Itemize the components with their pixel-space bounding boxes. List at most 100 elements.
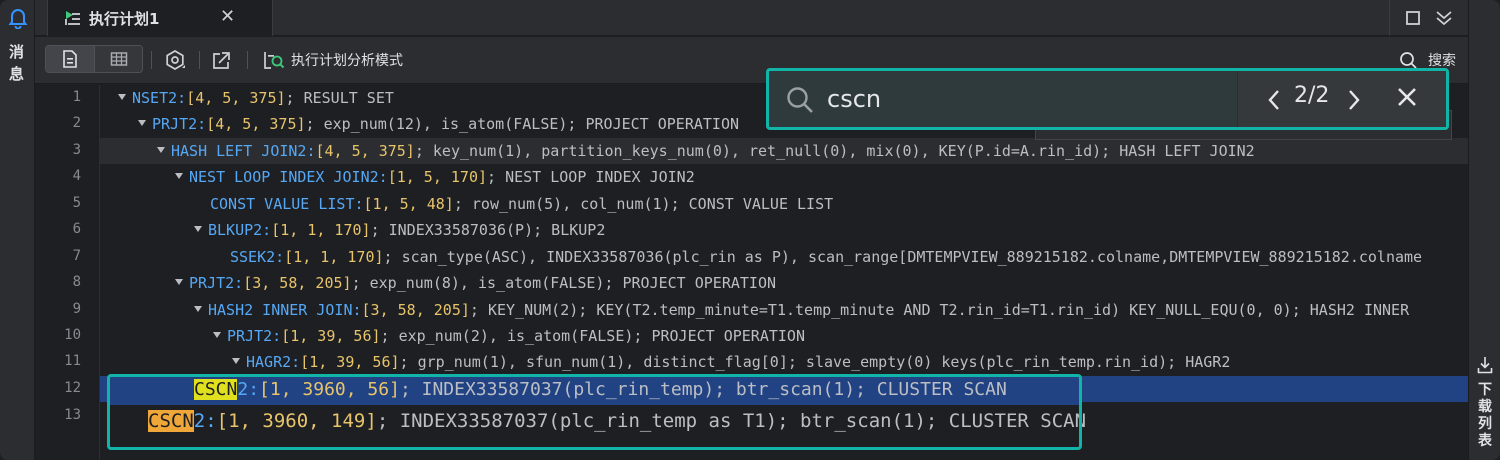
settings-icon[interactable] bbox=[164, 49, 186, 71]
chevron-right-icon[interactable] bbox=[1346, 88, 1362, 112]
operator-detail: ; KEY_NUM(2); KEY(T2.temp_minute=T1.temp… bbox=[469, 301, 1410, 319]
bell-icon[interactable] bbox=[8, 7, 28, 29]
left-sidebar: 消 息 bbox=[0, 0, 35, 460]
operator-stats: [4, 5, 375] bbox=[315, 142, 415, 160]
messages-label-char-2[interactable]: 息 bbox=[9, 64, 24, 84]
operator-detail: ; grp_num(1), sfun_num(1), distinct_flag… bbox=[399, 353, 1231, 371]
line-number-gutter: 1 2 3 4 5 6 7 8 9 10 11 12 13 bbox=[35, 85, 100, 460]
operator-name: NSET2: bbox=[132, 89, 187, 107]
tab-title: 执行计划1 bbox=[89, 10, 160, 28]
operator-name: BLKUP2: bbox=[208, 221, 272, 239]
close-icon[interactable]: ✕ bbox=[220, 6, 235, 27]
operator-detail: ; exp_num(2), is_atom(FALSE); PROJECT OP… bbox=[380, 327, 805, 345]
plan-line[interactable]: PRJT2:[3, 58, 205]; exp_num(8), is_atom(… bbox=[100, 270, 1468, 296]
divider bbox=[151, 51, 152, 69]
find-bar: 2/2 bbox=[766, 68, 1449, 130]
operator-stats: [1, 39, 56] bbox=[300, 353, 400, 371]
operator-stats: [1, 5, 48] bbox=[363, 195, 454, 213]
line-number: 10 bbox=[64, 327, 81, 343]
analysis-mode-icon[interactable] bbox=[263, 49, 285, 71]
download-list-label[interactable]: 下载列表 bbox=[1477, 382, 1493, 450]
search-button-label[interactable]: 搜索 bbox=[1428, 50, 1456, 70]
operator-stats: [1, 39, 56] bbox=[281, 327, 381, 345]
highlight-outline bbox=[107, 374, 1082, 450]
collapse-caret-icon[interactable] bbox=[118, 94, 126, 100]
line-number: 1 bbox=[72, 89, 81, 105]
double-chevron-down-icon[interactable] bbox=[1434, 8, 1454, 28]
line-number: 4 bbox=[72, 168, 81, 184]
divider bbox=[247, 51, 248, 69]
line-number: 11 bbox=[64, 353, 81, 369]
plan-line[interactable]: SSEK2:[1, 1, 170]; scan_type(ASC), INDEX… bbox=[100, 244, 1468, 270]
collapse-caret-icon[interactable] bbox=[194, 306, 202, 312]
tab-bar: 执行计划1 ✕ bbox=[35, 0, 1468, 36]
operator-detail: ; key_num(1), partition_keys_num(0), ret… bbox=[414, 142, 1255, 160]
operator-name: PRJT2: bbox=[152, 115, 207, 133]
document-icon bbox=[63, 50, 77, 68]
operator-detail: ; row_num(5), col_num(1); CONST VALUE LI… bbox=[453, 195, 834, 213]
download-icon[interactable] bbox=[1477, 356, 1493, 374]
line-number: 3 bbox=[72, 142, 81, 158]
maximize-icon[interactable] bbox=[1403, 8, 1423, 28]
collapse-caret-icon[interactable] bbox=[138, 120, 146, 126]
operator-name: PRJT2: bbox=[227, 327, 282, 345]
operator-name: NEST LOOP INDEX JOIN2: bbox=[189, 168, 388, 186]
plan-line[interactable]: BLKUP2:[1, 1, 170]; INDEX33587036(P); BL… bbox=[100, 217, 1468, 243]
collapse-caret-icon[interactable] bbox=[213, 332, 221, 338]
collapse-caret-icon[interactable] bbox=[157, 147, 165, 153]
operator-name: HAGR2: bbox=[246, 353, 301, 371]
line-number: 12 bbox=[64, 380, 81, 396]
operator-detail: ; RESULT SET bbox=[285, 89, 394, 107]
collapse-caret-icon[interactable] bbox=[175, 279, 183, 285]
plan-line[interactable]: HASH LEFT JOIN2:[4, 5, 375]; key_num(1),… bbox=[100, 138, 1468, 164]
chevron-left-icon[interactable] bbox=[1266, 88, 1282, 112]
execution-plan-icon bbox=[65, 11, 80, 25]
operator-stats: [1, 5, 170] bbox=[387, 168, 488, 186]
operator-detail: ; INDEX33587036(P); BLKUP2 bbox=[370, 221, 606, 239]
search-input[interactable] bbox=[827, 83, 1227, 115]
operator-stats: [1, 1, 170] bbox=[271, 221, 371, 239]
line-number: 9 bbox=[72, 301, 81, 317]
plan-line[interactable]: PRJT2:[1, 39, 56]; exp_num(2), is_atom(F… bbox=[100, 323, 1468, 349]
view-mode-toggle bbox=[45, 45, 143, 73]
right-sidebar: 下载列表 bbox=[1468, 0, 1500, 460]
line-number: 8 bbox=[72, 274, 81, 290]
search-icon bbox=[787, 87, 813, 113]
export-icon[interactable] bbox=[211, 49, 233, 71]
plan-line[interactable]: HAGR2:[1, 39, 56]; grp_num(1), sfun_num(… bbox=[100, 349, 1468, 375]
operator-stats: [3, 58, 205] bbox=[361, 301, 470, 319]
operator-name: SSEK2: bbox=[230, 248, 285, 266]
operator-name: HASH LEFT JOIN2: bbox=[171, 142, 316, 160]
divider bbox=[199, 51, 200, 69]
table-view-button[interactable] bbox=[93, 46, 142, 72]
collapse-caret-icon[interactable] bbox=[194, 226, 202, 232]
app-window: 消 息 执行计划1 ✕ 执行计划分析模式 搜索 1 2 3 4 5 6 7 8 … bbox=[0, 0, 1500, 460]
text-view-button[interactable] bbox=[46, 46, 94, 72]
collapse-caret-icon[interactable] bbox=[175, 173, 183, 179]
find-navigation: 2/2 bbox=[1238, 71, 1446, 127]
plan-line[interactable]: CONST VALUE LIST:[1, 5, 48]; row_num(5),… bbox=[100, 191, 1468, 217]
operator-stats: [1, 1, 170] bbox=[284, 248, 384, 266]
line-number: 13 bbox=[64, 407, 81, 423]
operator-detail: ; NEST LOOP INDEX JOIN2 bbox=[487, 168, 695, 186]
operator-detail: ; exp_num(8), is_atom(FALSE); PROJECT OP… bbox=[351, 274, 777, 292]
plan-line[interactable]: NEST LOOP INDEX JOIN2:[1, 5, 170]; NEST … bbox=[100, 164, 1468, 190]
operator-stats: [4, 5, 375] bbox=[186, 89, 286, 107]
collapse-caret-icon[interactable] bbox=[232, 358, 240, 364]
operator-detail: ; exp_num(12), is_atom(FALSE); PROJECT O… bbox=[305, 115, 740, 133]
operator-stats: [4, 5, 375] bbox=[206, 115, 306, 133]
line-number: 6 bbox=[72, 221, 81, 237]
table-icon bbox=[110, 52, 128, 66]
divider bbox=[1389, 0, 1390, 36]
line-number: 7 bbox=[72, 248, 81, 264]
analysis-mode-label[interactable]: 执行计划分析模式 bbox=[291, 50, 403, 70]
close-icon[interactable] bbox=[1395, 85, 1419, 109]
operator-name: HASH2 INNER JOIN: bbox=[208, 301, 362, 319]
tab-execution-plan[interactable]: 执行计划1 ✕ bbox=[47, 0, 273, 36]
messages-label-char-1[interactable]: 消 bbox=[9, 42, 24, 62]
match-count: 2/2 bbox=[1294, 83, 1330, 108]
line-number: 5 bbox=[72, 195, 81, 211]
operator-name: CONST VALUE LIST: bbox=[210, 195, 364, 213]
operator-stats: [3, 58, 205] bbox=[243, 274, 352, 292]
plan-line[interactable]: HASH2 INNER JOIN:[3, 58, 205]; KEY_NUM(2… bbox=[100, 297, 1468, 323]
